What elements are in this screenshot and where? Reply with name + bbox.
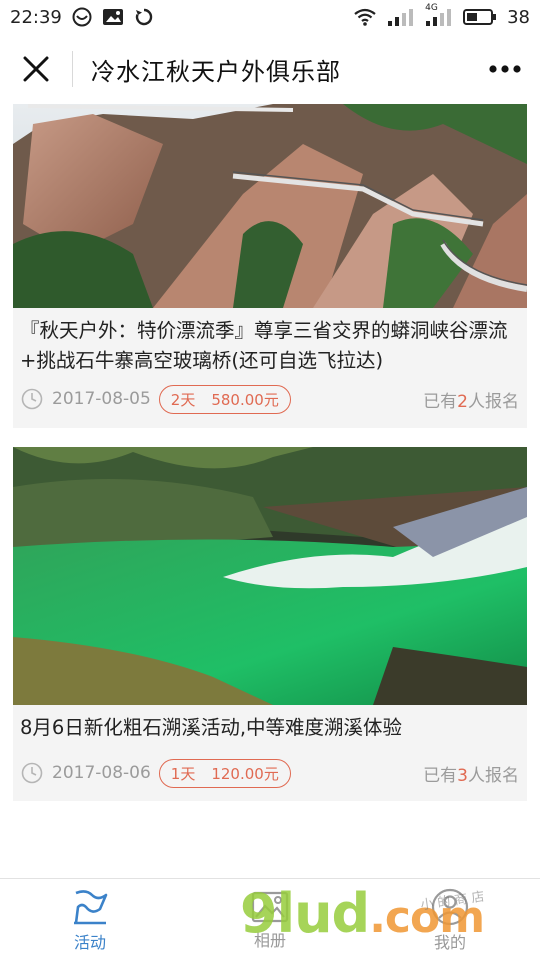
bottom-tab-bar: 活动 相册 我的 [0,878,540,960]
card-image-cliff-walkway [13,104,527,308]
activity-card[interactable]: 8月6日新化粗石溯溪活动,中等难度溯溪体验 2017-08-06 1天 120.… [13,447,527,801]
card-meta: 2017-08-06 1天 120.00元 已有3人报名 [13,756,527,790]
card-title: 『秋天户外：特价漂流季』尊享三省交界的蟒洞峡谷漂流+挑战石牛寨高空玻璃桥(还可自… [20,319,508,372]
card-title: 8月6日新化粗石溯溪活动,中等难度溯溪体验 [20,716,403,739]
signal-4g-icon: 4G [425,3,453,27]
image-notification-icon [102,7,124,27]
card-date: 2017-08-05 [52,389,151,409]
user-icon [431,888,469,925]
close-icon [23,56,49,82]
more-options-button[interactable] [470,34,540,104]
tab-profile[interactable]: 我的 [360,879,540,960]
title-bar: 冷水江秋天户外俱乐部 [0,34,540,104]
clock-icon [21,762,43,784]
page-title: 冷水江秋天户外俱乐部 [91,57,341,86]
status-time: 22:39 [10,6,62,28]
battery-icon [463,7,497,27]
tab-label: 活动 [73,932,106,952]
signup-count: 已有3人报名 [423,765,519,786]
app-notification-icon [72,7,92,27]
tab-label: 我的 [433,932,466,952]
tab-label: 相册 [253,930,286,950]
close-button[interactable] [0,34,72,104]
signal-icon [387,7,415,27]
signup-count: 已有2人报名 [423,391,519,412]
status-bar: 22:39 4G 38 [0,0,540,34]
flag-icon [74,889,108,924]
duration-price-badge: 1天 120.00元 [158,758,291,788]
tab-activities[interactable]: 活动 [0,879,180,960]
duration-price-badge: 2天 580.00元 [158,384,291,414]
card-image-green-pool [13,447,527,705]
image-icon [251,891,289,922]
duration-label: 1天 [170,764,196,783]
title-divider [72,51,73,87]
card-date: 2017-08-06 [52,763,151,783]
tab-album[interactable]: 相册 [180,879,360,960]
battery-level: 38 [507,6,530,28]
clock-icon [21,388,43,410]
duration-label: 2天 [170,390,196,409]
card-meta: 2017-08-05 2天 580.00元 已有2人报名 [13,382,527,416]
price-label: 580.00元 [211,390,279,409]
more-icon [489,65,521,73]
activity-card[interactable]: 『秋天户外：特价漂流季』尊享三省交界的蟒洞峡谷漂流+挑战石牛寨高空玻璃桥(还可自… [13,104,527,428]
price-label: 120.00元 [211,764,279,783]
wifi-icon [353,7,377,27]
sync-icon [134,7,154,27]
